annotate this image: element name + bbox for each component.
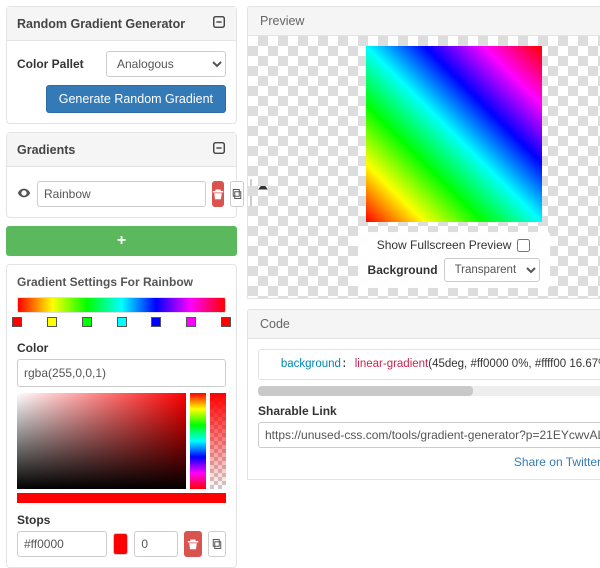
- stops-label: Stops: [17, 513, 226, 527]
- sharable-url-input[interactable]: [258, 422, 600, 448]
- css-output[interactable]: background: linear-gradient(45deg, #ff00…: [258, 349, 600, 380]
- gradients-title: Gradients: [17, 143, 75, 157]
- stop-row: [17, 531, 226, 557]
- gradients-panel: Gradients: [6, 132, 237, 218]
- stop-color-chip[interactable]: [113, 533, 128, 555]
- add-gradient-button[interactable]: +: [6, 226, 237, 256]
- color-input[interactable]: [17, 359, 226, 387]
- collapse-icon[interactable]: [212, 141, 226, 158]
- sharable-label: Sharable Link: [258, 404, 600, 418]
- hue-slider[interactable]: [190, 393, 206, 489]
- code-panel: Code background: linear-gradient(45deg, …: [247, 309, 600, 480]
- copy-stop-button[interactable]: [208, 531, 226, 557]
- scrollbar[interactable]: [258, 386, 600, 396]
- stop-thumb[interactable]: [12, 317, 22, 327]
- gradient-item: [17, 177, 226, 211]
- stop-thumb[interactable]: [82, 317, 92, 327]
- delete-button[interactable]: [212, 181, 224, 207]
- random-panel: Random Gradient Generator Color Pallet A…: [6, 6, 237, 124]
- color-label: Color: [17, 341, 226, 355]
- copy-button[interactable]: [230, 181, 244, 207]
- palette-label: Color Pallet: [17, 57, 84, 71]
- stop-thumb[interactable]: [47, 317, 57, 327]
- fullscreen-checkbox[interactable]: [517, 239, 530, 252]
- collapse-icon[interactable]: [212, 15, 226, 32]
- generate-button[interactable]: Generate Random Gradient: [46, 85, 226, 113]
- preview-title: Preview: [247, 6, 600, 36]
- fullscreen-toggle[interactable]: Show Fullscreen Preview: [377, 238, 531, 252]
- gradient-bar[interactable]: [17, 297, 226, 313]
- preview-panel: Preview Show Fullscreen Preview Backgrou…: [247, 6, 600, 299]
- stop-thumb[interactable]: [221, 317, 231, 327]
- palette-select[interactable]: Analogous: [106, 51, 226, 77]
- gradient-name-input[interactable]: [37, 181, 206, 207]
- stop-thumb[interactable]: [151, 317, 161, 327]
- background-select[interactable]: Transparent: [444, 258, 540, 282]
- random-panel-title: Random Gradient Generator: [17, 17, 185, 31]
- color-picker[interactable]: [17, 393, 226, 489]
- stop-hex-input[interactable]: [17, 531, 107, 557]
- stop-thumb[interactable]: [186, 317, 196, 327]
- stop-pos-input[interactable]: [134, 531, 178, 557]
- stop-thumb[interactable]: [117, 317, 127, 327]
- saturation-value-area[interactable]: [17, 393, 186, 489]
- preview-swatch: [366, 46, 542, 222]
- stops-rail[interactable]: [17, 317, 226, 331]
- settings-title: Gradient Settings For Rainbow: [17, 275, 226, 289]
- visibility-icon[interactable]: [17, 186, 31, 203]
- selected-color-bar: [17, 493, 226, 503]
- delete-stop-button[interactable]: [184, 531, 201, 557]
- alpha-slider[interactable]: [210, 393, 226, 489]
- background-label: Background: [368, 263, 438, 277]
- settings-panel: Gradient Settings For Rainbow Color Stop…: [6, 264, 237, 568]
- code-title: Code: [247, 309, 600, 339]
- share-twitter-link[interactable]: Share on Twitter: [514, 454, 600, 469]
